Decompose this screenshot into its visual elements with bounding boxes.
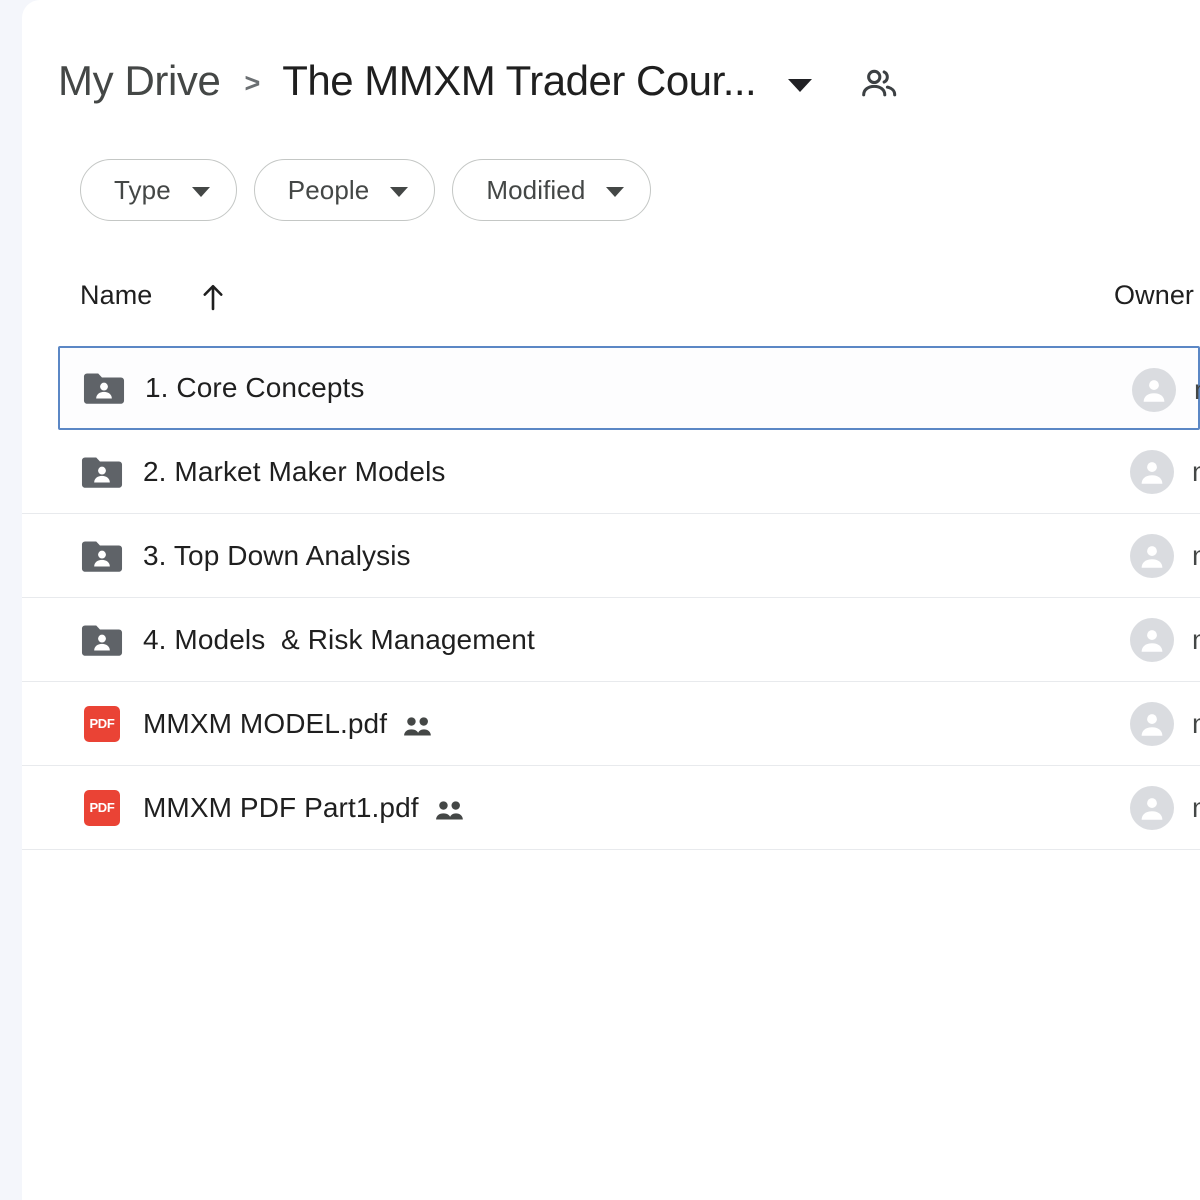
filter-chip-bar: Type People Modified	[80, 159, 652, 221]
file-row-owner: me	[1130, 766, 1200, 850]
file-row[interactable]: PDF MMXM MODEL.pdf me	[22, 682, 1200, 766]
shared-folder-icon	[80, 534, 124, 578]
file-row[interactable]: 3. Top Down Analysis me	[22, 514, 1200, 598]
breadcrumb-my-drive[interactable]: My Drive	[58, 57, 221, 105]
filter-chip-type[interactable]: Type	[80, 159, 237, 221]
file-row-owner-name: me	[1192, 456, 1200, 488]
file-row[interactable]: 1. Core Concepts me	[58, 346, 1200, 430]
arrow-up-icon[interactable]	[200, 282, 226, 312]
file-row-owner: me	[1130, 514, 1200, 598]
file-row-name: 2. Market Maker Models	[143, 455, 446, 487]
file-row-owner: me	[1130, 682, 1200, 766]
file-row-owner-name: me	[1192, 540, 1200, 572]
drive-file-browser-panel: My Drive > The MMXM Trader Cour... Type …	[22, 0, 1200, 1200]
filter-chip-people-label: People	[287, 174, 370, 205]
filter-chip-type-label: Type	[114, 174, 171, 205]
avatar	[1132, 368, 1176, 412]
chevron-down-icon	[390, 187, 409, 197]
breadcrumb: My Drive > The MMXM Trader Cour...	[58, 46, 900, 116]
filter-chip-modified-label: Modified	[486, 174, 586, 205]
avatar	[1130, 702, 1174, 746]
file-row[interactable]: PDF MMXM PDF Part1.pdf me	[22, 766, 1200, 850]
chevron-down-icon[interactable]	[788, 78, 813, 92]
chevron-down-icon	[606, 187, 625, 197]
breadcrumb-separator-icon: >	[244, 67, 261, 98]
file-row-owner-name: me	[1192, 792, 1200, 824]
file-list-header: Name Owner	[22, 268, 1200, 340]
file-row-name: 4. Models & Risk Management	[143, 623, 535, 655]
file-list: 1. Core Conceptsme2. Market Maker Models…	[22, 346, 1200, 850]
file-row-owner-name: me	[1192, 708, 1200, 740]
chevron-down-icon	[191, 187, 210, 197]
file-row-owner: me	[1130, 430, 1200, 514]
filter-chip-modified[interactable]: Modified	[452, 159, 652, 221]
column-header-name[interactable]: Name	[80, 280, 226, 311]
shared-folder-icon	[80, 618, 124, 662]
avatar	[1130, 534, 1174, 578]
file-row[interactable]: 4. Models & Risk Management me	[22, 598, 1200, 682]
people-filled-icon	[403, 716, 433, 738]
avatar	[1130, 618, 1174, 662]
shared-folder-icon	[82, 366, 126, 410]
file-row-name: MMXM PDF Part1.pdf	[143, 791, 419, 823]
file-row-name: MMXM MODEL.pdf	[143, 707, 388, 739]
file-row-owner: me	[1132, 348, 1200, 432]
file-row[interactable]: 2. Market Maker Models me	[22, 430, 1200, 514]
avatar	[1130, 786, 1174, 830]
filter-chip-people[interactable]: People	[253, 159, 436, 221]
people-shared-icon[interactable]	[860, 67, 900, 99]
file-row-owner: me	[1130, 598, 1200, 682]
shared-folder-icon	[80, 450, 124, 494]
file-row-owner-name: me	[1194, 374, 1200, 406]
file-row-name: 1. Core Concepts	[145, 372, 365, 403]
people-filled-icon	[435, 800, 465, 822]
pdf-file-icon: PDF	[80, 786, 124, 830]
file-row-owner-name: me	[1192, 624, 1200, 656]
column-header-owner[interactable]: Owner	[1114, 280, 1194, 311]
column-header-name-label: Name	[80, 280, 153, 310]
file-row-name: 3. Top Down Analysis	[143, 539, 411, 571]
pdf-file-icon: PDF	[80, 702, 124, 746]
breadcrumb-current-folder[interactable]: The MMXM Trader Cour...	[282, 57, 756, 105]
avatar	[1130, 450, 1174, 494]
